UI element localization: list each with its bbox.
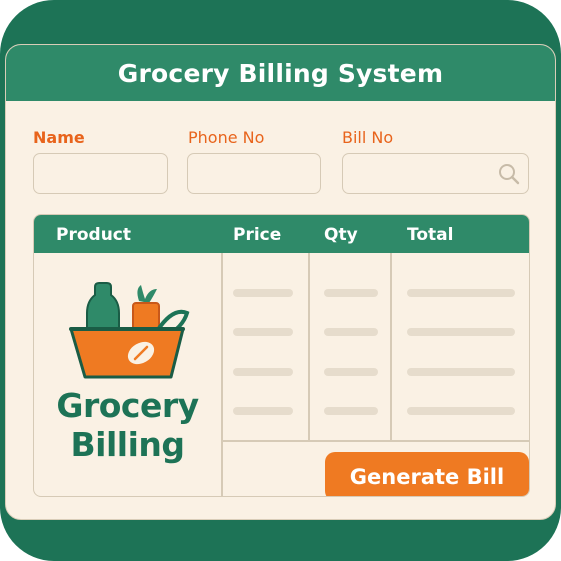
grocery-basket-icon	[69, 282, 190, 379]
logo-text-grocery: Grocery	[56, 386, 199, 425]
column-header-price: Price	[233, 225, 282, 245]
empty-cell-placeholder	[233, 407, 293, 415]
empty-cell-placeholder	[324, 328, 378, 336]
name-input[interactable]	[33, 153, 168, 194]
column-divider	[308, 253, 310, 440]
generate-bill-button[interactable]: Generate Bill	[325, 452, 529, 496]
empty-cell-placeholder	[324, 289, 378, 297]
main-window: Grocery Billing System Name Phone No Bil…	[5, 44, 556, 520]
grocery-billing-logo: Grocery Billing	[34, 253, 221, 496]
bill-table: Product Price Qty Total Grocery Billing …	[33, 214, 530, 497]
empty-cell-placeholder	[407, 328, 515, 336]
empty-cell-placeholder	[233, 289, 293, 297]
app-title: Grocery Billing System	[117, 58, 444, 88]
logo-text-billing: Billing	[70, 425, 185, 464]
title-bar: Grocery Billing System	[6, 45, 555, 101]
search-icon[interactable]	[497, 162, 521, 186]
name-label: Name	[33, 128, 85, 147]
column-header-product: Product	[56, 225, 131, 245]
empty-cell-placeholder	[324, 407, 378, 415]
phone-label: Phone No	[188, 128, 265, 147]
table-header: Product Price Qty Total	[34, 215, 529, 253]
phone-input[interactable]	[187, 153, 321, 194]
empty-cell-placeholder	[407, 289, 515, 297]
empty-cell-placeholder	[407, 368, 515, 376]
empty-cell-placeholder	[407, 407, 515, 415]
empty-cell-placeholder	[233, 368, 293, 376]
empty-cell-placeholder	[324, 368, 378, 376]
column-header-total: Total	[407, 225, 454, 245]
column-divider	[221, 253, 223, 496]
column-header-qty: Qty	[324, 225, 358, 245]
table-row-divider	[221, 440, 529, 442]
app-frame: Grocery Billing System Name Phone No Bil…	[0, 0, 561, 561]
bill-no-label: Bill No	[342, 128, 394, 147]
column-divider	[390, 253, 392, 440]
empty-cell-placeholder	[233, 328, 293, 336]
